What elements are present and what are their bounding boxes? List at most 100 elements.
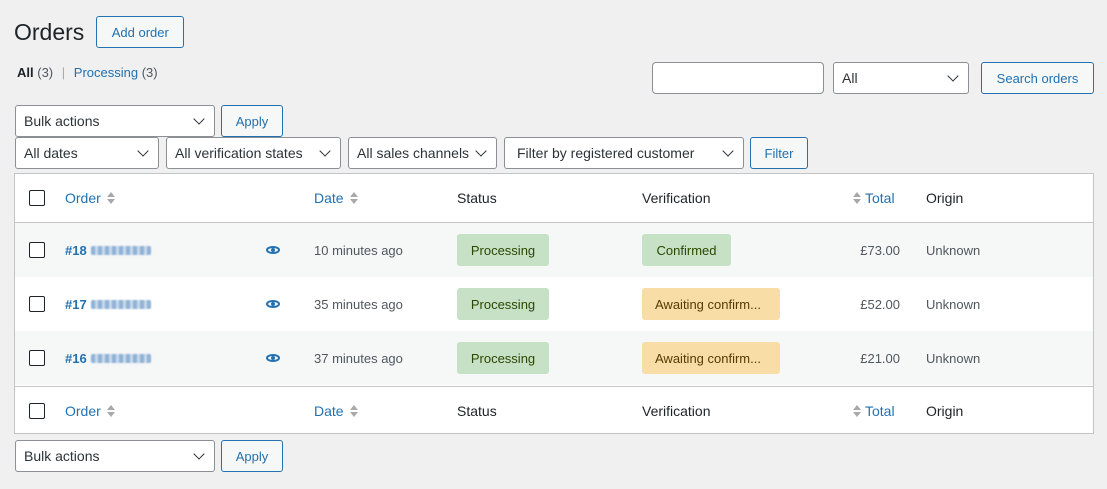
view-processing-link[interactable]: Processing — [74, 65, 138, 80]
table-row[interactable]: #16 37 minutes ago Processing Awaiting c… — [15, 331, 1093, 385]
order-number: #16 — [65, 350, 87, 366]
status-badge: Processing — [457, 234, 549, 266]
order-date: 37 minutes ago — [314, 350, 403, 366]
order-total: £52.00 — [860, 296, 900, 312]
column-footer-origin: Origin — [926, 402, 964, 419]
blurred-customer-name — [90, 245, 151, 255]
channel-filter-value: All sales channels — [357, 145, 470, 161]
column-order-label: Order — [65, 402, 101, 419]
row-select-cell — [29, 277, 45, 331]
search-orders-button[interactable]: Search orders — [981, 62, 1094, 94]
column-date-label: Date — [314, 402, 344, 419]
table-footer: Order Date Status Verification Total Ori… — [15, 386, 1093, 434]
title-row: Orders Add order — [14, 16, 185, 48]
view-separator: | — [61, 65, 66, 80]
order-cell: #17 — [65, 277, 151, 331]
status-cell: Processing — [457, 331, 549, 385]
eye-icon[interactable] — [266, 246, 280, 254]
sort-arrows-icon — [349, 404, 358, 417]
column-header-order[interactable]: Order — [65, 174, 115, 222]
order-link[interactable]: #17 — [65, 297, 151, 312]
order-date: 35 minutes ago — [314, 296, 403, 312]
verification-cell: Awaiting confirm... — [642, 331, 780, 385]
bulk-actions-value: Bulk actions — [24, 448, 100, 464]
customer-filter-select[interactable]: Filter by registered customer — [504, 137, 744, 169]
preview-cell — [266, 331, 280, 385]
chevron-down-icon — [722, 144, 734, 157]
select-all-checkbox[interactable] — [29, 190, 45, 206]
search-input[interactable] — [652, 62, 824, 94]
sort-arrows-icon — [853, 404, 861, 417]
sort-arrows-icon — [349, 192, 358, 204]
filter-button[interactable]: Filter — [750, 137, 808, 169]
status-select-value: All — [842, 70, 858, 86]
order-total: £73.00 — [860, 242, 900, 258]
order-origin: Unknown — [926, 296, 981, 312]
bulk-actions-select-bottom[interactable]: Bulk actions — [15, 440, 215, 472]
column-footer-order[interactable]: Order — [65, 387, 115, 434]
row-checkbox[interactable] — [29, 242, 45, 258]
preview-cell — [266, 277, 280, 331]
column-header-status: Status — [457, 190, 497, 206]
row-select-cell — [29, 331, 45, 385]
column-date-label: Date — [314, 190, 344, 206]
sort-arrows-icon — [853, 192, 861, 204]
status-select[interactable]: All — [833, 62, 969, 94]
sort-arrows-icon — [106, 192, 115, 204]
order-cell: #16 — [65, 331, 151, 385]
verification-filter-select[interactable]: All verification states — [166, 137, 341, 169]
column-header-date[interactable]: Date — [314, 174, 358, 222]
apply-button[interactable]: Apply — [221, 105, 283, 137]
row-checkbox[interactable] — [29, 296, 45, 312]
order-link[interactable]: #16 — [65, 351, 151, 366]
chevron-down-icon — [193, 447, 205, 460]
chevron-down-icon — [947, 69, 959, 82]
row-select-cell — [29, 223, 45, 277]
sort-arrows-icon — [106, 404, 115, 417]
chevron-down-icon — [475, 144, 487, 157]
column-footer-date[interactable]: Date — [314, 387, 358, 434]
bulk-actions-value: Bulk actions — [24, 113, 100, 129]
bulk-actions-select[interactable]: Bulk actions — [15, 105, 215, 137]
order-number: #17 — [65, 296, 87, 312]
eye-icon[interactable] — [266, 300, 280, 308]
column-total-label: Total — [865, 402, 895, 419]
customer-filter-value: Filter by registered customer — [517, 145, 695, 161]
orders-table: Order Date Status Verification Total Ori… — [14, 173, 1094, 434]
column-footer-status: Status — [457, 402, 497, 419]
add-order-button[interactable]: Add order — [96, 16, 185, 48]
order-date: 10 minutes ago — [314, 242, 403, 258]
status-badge: Processing — [457, 342, 549, 374]
chevron-down-icon — [319, 144, 331, 157]
select-all-checkbox[interactable] — [29, 402, 45, 419]
verification-cell: Confirmed — [642, 223, 731, 277]
table-row[interactable]: #18 10 minutes ago Processing Confirmed … — [15, 223, 1093, 277]
preview-cell — [266, 223, 280, 277]
row-checkbox[interactable] — [29, 350, 45, 366]
eye-icon[interactable] — [266, 354, 280, 362]
table-header: Order Date Status Verification Total Ori… — [15, 174, 1093, 223]
order-status-views: All (3) | Processing (3) — [17, 65, 158, 80]
column-total-label: Total — [865, 190, 895, 206]
page-title: Orders — [14, 19, 85, 45]
select-all-cell — [29, 387, 45, 434]
verification-filter-value: All verification states — [175, 145, 303, 161]
view-all-link[interactable]: All — [17, 65, 34, 80]
apply-button-bottom[interactable]: Apply — [221, 440, 283, 472]
date-filter-select[interactable]: All dates — [15, 137, 159, 169]
select-all-cell — [29, 174, 45, 222]
order-origin: Unknown — [926, 242, 981, 258]
table-row[interactable]: #17 35 minutes ago Processing Awaiting c… — [15, 277, 1093, 331]
column-header-verification: Verification — [642, 190, 711, 206]
view-all-count: (3) — [37, 65, 54, 80]
verification-badge: Confirmed — [642, 234, 731, 266]
column-order-label: Order — [65, 190, 101, 206]
chevron-down-icon — [193, 112, 205, 125]
status-cell: Processing — [457, 277, 549, 331]
status-badge: Processing — [457, 288, 549, 320]
verification-badge: Awaiting confirm... — [642, 288, 780, 320]
order-link[interactable]: #18 — [65, 243, 151, 258]
column-footer-verification: Verification — [642, 402, 711, 419]
channel-filter-select[interactable]: All sales channels — [348, 137, 497, 169]
status-cell: Processing — [457, 223, 549, 277]
